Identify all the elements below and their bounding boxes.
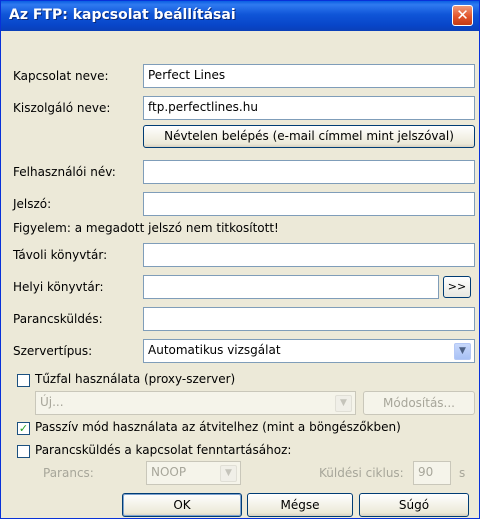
help-button[interactable]: Súgó [359, 493, 469, 517]
send-cycle-input: 90 [413, 461, 451, 485]
browse-local-dir-button[interactable]: >> [443, 276, 471, 298]
title-bar[interactable]: Az FTP: kapcsolat beállításai ✕ [1, 1, 479, 31]
firewall-checkbox-label: Tűzfal használata (proxy-szerver) [35, 372, 236, 386]
checkmark-icon: ✓ [18, 422, 29, 435]
anonymous-login-button[interactable]: Névtelen belépés (e-mail címmel mint jel… [143, 125, 475, 148]
window-title: Az FTP: kapcsolat beállításai [9, 7, 236, 23]
keepalive-command-label: Parancs: [43, 466, 94, 480]
close-icon: ✕ [456, 6, 469, 24]
connection-name-input[interactable]: Perfect Lines [143, 64, 475, 88]
password-label: Jelszó: [13, 197, 52, 211]
command-label: Parancsküldés: [13, 312, 103, 326]
keepalive-command-select: NOOP ▼ [146, 461, 241, 485]
server-name-label: Kiszolgáló neve: [13, 101, 111, 115]
passive-mode-checkbox[interactable]: ✓ [17, 422, 30, 435]
proxy-select-value: Új... [40, 395, 64, 409]
command-input[interactable] [143, 307, 475, 331]
local-dir-input[interactable] [143, 275, 439, 299]
keepalive-command-value: NOOP [151, 465, 187, 479]
password-input[interactable] [143, 192, 475, 216]
seconds-unit: s [459, 466, 466, 480]
passive-mode-label: Passzív mód használata az átvitelhez (mi… [35, 420, 401, 434]
chevron-down-icon[interactable]: ▼ [454, 343, 471, 360]
close-button[interactable]: ✕ [452, 5, 473, 26]
keepalive-checkbox[interactable] [17, 445, 30, 458]
server-type-select[interactable]: Automatikus vizsgálat ▼ [143, 339, 475, 363]
ok-button[interactable]: OK [122, 493, 242, 517]
chevron-down-icon: ▼ [335, 395, 352, 412]
server-type-value: Automatikus vizsgálat [148, 343, 281, 357]
ftp-settings-dialog: Az FTP: kapcsolat beállításai ✕ Kapcsola… [0, 0, 480, 519]
cancel-button[interactable]: Mégse [247, 493, 353, 517]
username-label: Felhasználói név: [13, 165, 116, 179]
connection-name-label: Kapcsolat neve: [13, 69, 109, 83]
firewall-checkbox[interactable] [17, 374, 30, 387]
keepalive-label: Parancsküldés a kapcsolat fenntartásához… [35, 443, 292, 457]
modify-proxy-button: Módosítás... [363, 391, 475, 415]
username-input[interactable] [143, 160, 475, 184]
server-name-input[interactable]: ftp.perfectlines.hu [143, 96, 475, 120]
send-cycle-label: Küldési ciklus: [319, 466, 404, 480]
remote-dir-label: Távoli könyvtár: [13, 248, 108, 262]
local-dir-label: Helyi könyvtár: [13, 280, 104, 294]
proxy-select: Új... ▼ [35, 391, 356, 415]
server-type-label: Szervertípus: [13, 344, 93, 358]
remote-dir-input[interactable] [143, 243, 475, 267]
chevron-down-icon: ▼ [220, 465, 237, 482]
password-warning: Figyelem: a megadott jelszó nem titkosít… [13, 221, 279, 235]
